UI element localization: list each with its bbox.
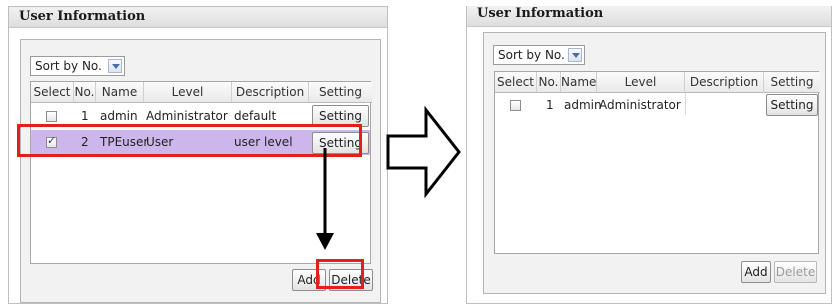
add-button[interactable]: Add [741, 261, 771, 283]
column-header-select: Select [495, 72, 537, 93]
user-list-panel: Sort by No. Select No. Name Level Descri… [483, 32, 826, 294]
row-no: 1 [546, 98, 554, 112]
column-header-no: No. [74, 82, 96, 103]
column-header-level: Level [144, 82, 232, 103]
column-header-name: Name [561, 72, 597, 93]
sort-select-value: Sort by No. [35, 59, 102, 73]
column-header-setting: Setting [309, 82, 372, 103]
user-table: Select No. Name Level Description Settin… [494, 71, 820, 254]
sort-select-value: Sort by No. [498, 48, 565, 62]
sort-select[interactable]: Sort by No. [30, 56, 125, 76]
right-arrow-icon [386, 106, 461, 198]
column-header-level: Level [597, 72, 685, 93]
window-title: User Information [19, 9, 146, 24]
delete-button: Delete [774, 261, 817, 283]
row-select-checkbox[interactable] [46, 111, 57, 122]
window-titlebar: User Information [467, 6, 831, 27]
column-header-name: Name [96, 82, 144, 103]
column-header-no: No. [537, 72, 561, 93]
column-header-description: Description [685, 72, 764, 93]
row-name: admin [564, 98, 602, 112]
setting-button[interactable]: Setting [766, 94, 818, 116]
window-titlebar: User Information [9, 7, 387, 28]
selected-row-highlight [17, 124, 362, 157]
sort-select[interactable]: Sort by No. [493, 45, 585, 65]
row-select-checkbox[interactable] [510, 100, 521, 111]
row-level: Administrator [599, 98, 681, 112]
down-arrow-icon [316, 148, 334, 250]
column-header-select: Select [31, 82, 74, 103]
chevron-down-icon[interactable] [568, 48, 582, 62]
column-header-description: Description [232, 82, 309, 103]
column-header-setting: Setting [764, 72, 820, 93]
delete-button-highlight [316, 259, 364, 289]
column-divider [685, 93, 686, 115]
window-title: User Information [477, 6, 604, 21]
chevron-down-icon[interactable] [108, 59, 122, 73]
user-info-window-after: User Information Sort by No. Select No. … [466, 6, 832, 304]
